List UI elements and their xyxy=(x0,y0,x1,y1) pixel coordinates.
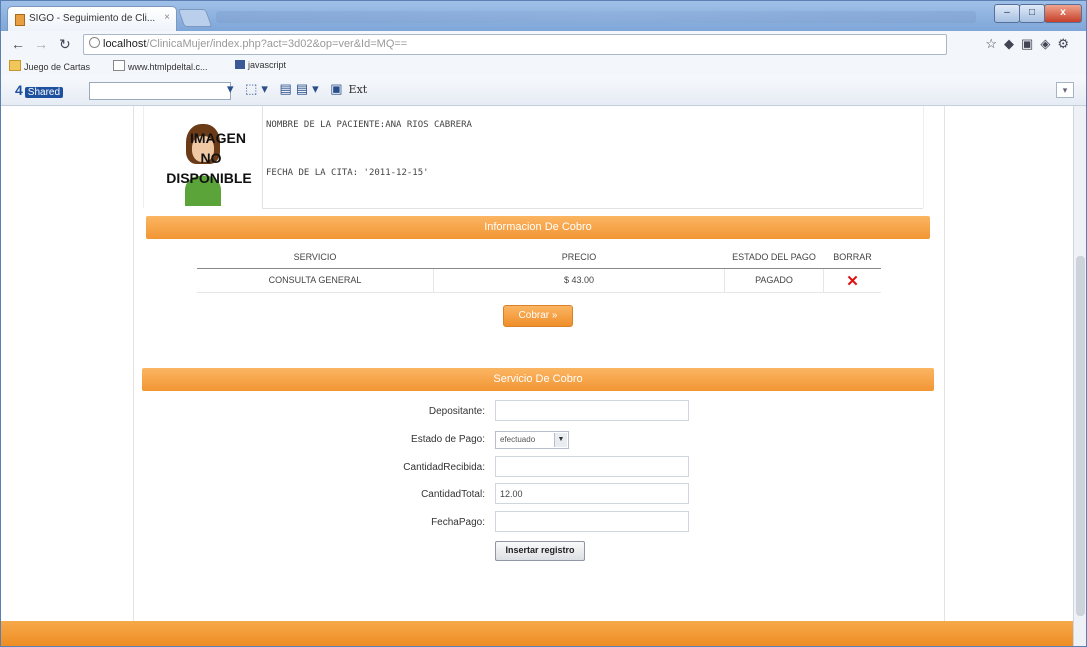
table-header: SERVICIO PRECIO ESTADO DEL PAGO BORRAR xyxy=(197,246,881,269)
bookmark-item[interactable]: www.htmlpdeltal.c... xyxy=(113,60,208,72)
column-header: ESTADO DEL PAGO xyxy=(732,252,816,262)
vertical-scrollbar[interactable] xyxy=(1073,106,1086,646)
patient-name: NOMBRE DE LA PACIENTE:ANA RIOS CABRERA xyxy=(266,120,472,130)
browser-window: SIGO - Seguimiento de Cli... × – □ x ← →… xyxy=(0,0,1087,647)
chevron-down-icon[interactable]: ▼ xyxy=(554,433,567,447)
patient-card: IMAGEN NO DISPONIBLE NOMBRE DE LA PACIEN… xyxy=(143,106,924,209)
title-bar: SIGO - Seguimiento de Cli... × – □ x xyxy=(1,1,1086,31)
insertar-registro-button[interactable]: Insertar registro xyxy=(495,541,585,561)
cantidad-total-label: CantidadTotal: xyxy=(421,489,485,500)
no-image-text: IMAGEN NO DISPONIBLE xyxy=(166,130,252,186)
depositante-input[interactable] xyxy=(495,400,689,421)
scrollbar-thumb[interactable] xyxy=(1076,256,1085,616)
toolbar-buttons[interactable]: ▾ ⬚▾ ▤▤▾ ▣ Ext xyxy=(227,81,367,97)
service-cell: CONSULTA GENERAL xyxy=(197,269,434,292)
forward-icon[interactable]: → xyxy=(34,36,48,52)
column-header: PRECIO xyxy=(561,252,597,262)
estado-pago-label: Estado de Pago: xyxy=(411,434,485,445)
toolbar-search-input[interactable] xyxy=(89,82,231,100)
browser-tab[interactable]: SIGO - Seguimiento de Cli... × xyxy=(7,6,177,31)
url-path: /ClinicaMujer/index.php?act=3d02&op=ver&… xyxy=(146,38,408,50)
fecha-pago-input[interactable] xyxy=(495,511,689,532)
appointment-date: FECHA DE LA CITA: '2011-12-15' xyxy=(266,168,429,178)
address-bar[interactable]: localhost/ClinicaMujer/index.php?act=3d0… xyxy=(83,34,947,55)
bookmarks-bar: Juego de Cartas www.htmlpdeltal.c... jav… xyxy=(1,57,1086,76)
billing-info-header: Informacion De Cobro xyxy=(146,216,930,239)
billing-service-header: Servicio De Cobro xyxy=(142,368,934,391)
maximize-button[interactable]: □ xyxy=(1019,4,1045,23)
minimize-button[interactable]: – xyxy=(994,4,1020,23)
addon-toolbar: 4 Shared ▾ ⬚▾ ▤▤▾ ▣ Ext ▾ xyxy=(1,75,1086,106)
page-icon xyxy=(113,60,125,71)
reload-icon[interactable]: ↻ xyxy=(59,36,71,53)
tab-close-icon[interactable]: × xyxy=(164,12,170,23)
close-window-button[interactable]: x xyxy=(1044,4,1082,23)
bookmark-item[interactable]: Juego de Cartas xyxy=(9,60,90,72)
estado-pago-value: efectuado xyxy=(500,435,536,444)
toolbar-menu-icon[interactable]: ▾ xyxy=(1056,82,1074,98)
page-viewport: IMAGEN NO DISPONIBLE NOMBRE DE LA PACIEN… xyxy=(1,106,1073,646)
tab-title: SIGO - Seguimiento de Cli... xyxy=(29,13,156,24)
ext-button[interactable]: Ext xyxy=(349,83,368,96)
favicon-icon xyxy=(15,14,25,26)
payment-status-cell: PAGADO xyxy=(725,269,824,292)
page-info-icon xyxy=(89,37,100,48)
page-footer-bar xyxy=(1,621,1073,646)
toolbar-brand[interactable]: 4 Shared xyxy=(15,82,64,98)
navigation-bar: ← → ↻ localhost/ClinicaMujer/index.php?a… xyxy=(1,31,1086,58)
blurred-tab-strip xyxy=(216,11,976,23)
column-header: SERVICIO xyxy=(293,252,337,262)
table-row: CONSULTA GENERAL $ 43.00 PAGADO ✕ xyxy=(197,269,881,293)
depositante-label: Depositante: xyxy=(428,406,485,417)
facebook-icon xyxy=(235,60,245,69)
back-icon[interactable]: ← xyxy=(11,36,25,52)
window-controls: – □ x xyxy=(994,4,1082,23)
estado-pago-select[interactable]: efectuado ▼ xyxy=(495,431,569,449)
price-cell: $ 43.00 xyxy=(434,269,725,292)
delete-icon[interactable]: ✕ xyxy=(824,269,881,292)
browser-extension-icons[interactable]: ☆◆▣◈⚙ xyxy=(985,36,1076,52)
url-host: localhost xyxy=(103,38,147,50)
cantidad-recibida-input[interactable] xyxy=(495,456,689,477)
bookmark-item[interactable]: javascript xyxy=(235,60,286,70)
cantidad-total-input[interactable]: 12.00 xyxy=(495,483,689,504)
column-header: BORRAR xyxy=(833,252,872,262)
folder-icon xyxy=(9,60,21,71)
cantidad-recibida-label: CantidadRecibida: xyxy=(403,462,485,473)
cobrar-button[interactable]: Cobrar » xyxy=(503,305,573,327)
new-tab-button[interactable] xyxy=(177,9,213,27)
fecha-pago-label: FechaPago: xyxy=(431,517,485,528)
